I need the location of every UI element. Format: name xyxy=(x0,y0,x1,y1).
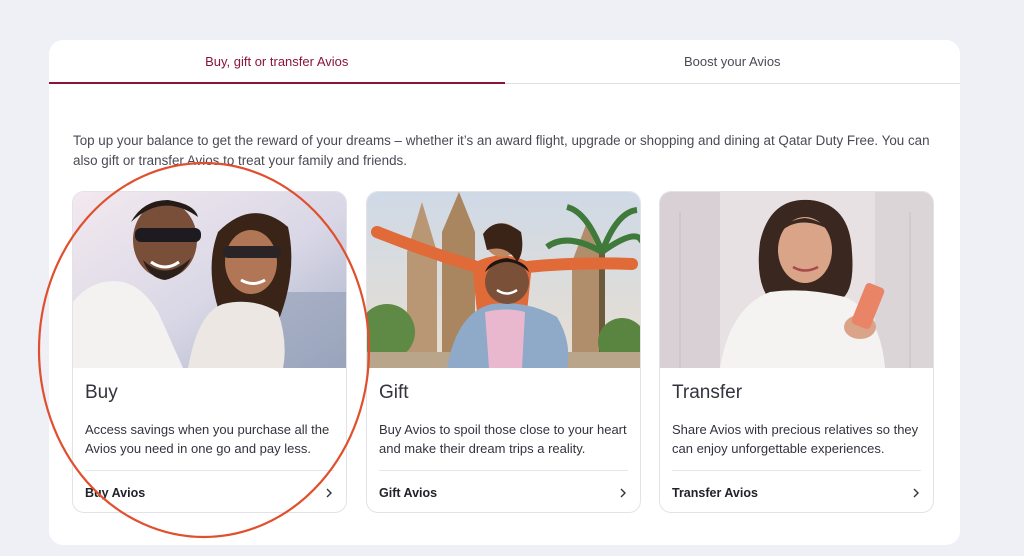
gift-avios-link[interactable]: Gift Avios xyxy=(379,470,628,512)
card-title: Transfer xyxy=(672,382,743,403)
intro-text: Top up your balance to get the reward of… xyxy=(73,133,930,168)
avios-panel: Buy, gift or transfer Avios Boost your A… xyxy=(49,40,960,545)
link-label: Transfer Avios xyxy=(672,485,758,500)
gift-image xyxy=(367,192,640,368)
chevron-right-icon xyxy=(326,488,332,497)
tab-bar: Buy, gift or transfer Avios Boost your A… xyxy=(49,40,960,84)
buy-avios-link[interactable]: Buy Avios xyxy=(85,470,334,512)
card-buy: Buy Access savings when you purchase all… xyxy=(72,191,347,513)
link-label: Buy Avios xyxy=(85,485,146,500)
tab-buy-gift-transfer[interactable]: Buy, gift or transfer Avios xyxy=(49,40,505,84)
card-title: Gift xyxy=(379,382,409,403)
card-title: Buy xyxy=(85,382,118,403)
card-description: Buy Avios to spoil those close to your h… xyxy=(379,422,627,456)
chevron-right-icon xyxy=(913,488,919,497)
card-transfer: Transfer Share Avios with precious relat… xyxy=(659,191,934,513)
transfer-image xyxy=(660,192,933,368)
transfer-avios-link[interactable]: Transfer Avios xyxy=(672,470,921,512)
card-description: Share Avios with precious relatives so t… xyxy=(672,422,919,456)
link-label: Gift Avios xyxy=(379,485,438,500)
card-gift: Gift Buy Avios to spoil those close to y… xyxy=(366,191,641,513)
chevron-right-icon xyxy=(620,488,626,497)
tab-boost-avios[interactable]: Boost your Avios xyxy=(505,40,961,83)
card-description: Access savings when you purchase all the… xyxy=(85,422,330,456)
buy-image xyxy=(73,192,346,368)
